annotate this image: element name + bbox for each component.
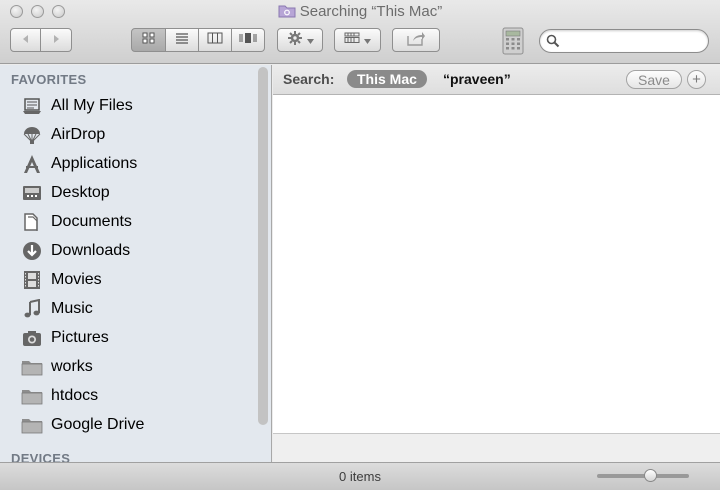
sidebar-item-works[interactable]: works <box>0 352 256 381</box>
arrange-menu-button[interactable] <box>334 28 381 52</box>
icon-view-button[interactable] <box>131 28 166 52</box>
back-button[interactable] <box>10 28 41 52</box>
save-search-button[interactable]: Save <box>626 70 682 89</box>
window-title: Searching “This Mac” <box>0 3 720 21</box>
back-icon <box>21 31 31 49</box>
calculator-button[interactable] <box>502 27 524 60</box>
window-toolbar: Searching “This Mac” <box>0 0 720 64</box>
sidebar-item-label: Music <box>51 299 93 317</box>
music-icon <box>21 298 43 320</box>
scope-this-mac-button[interactable]: This Mac <box>347 70 427 88</box>
pictures-icon <box>21 327 43 349</box>
airdrop-icon <box>21 124 43 146</box>
sidebar-scrollbar[interactable] <box>258 67 268 425</box>
all-files-icon <box>21 95 43 117</box>
action-menu-button[interactable] <box>277 28 323 52</box>
forward-button[interactable] <box>41 28 72 52</box>
search-input[interactable] <box>564 33 706 51</box>
share-button[interactable] <box>392 28 440 52</box>
desktop-icon <box>21 182 43 204</box>
grid-icon <box>142 31 156 49</box>
arrange-icon <box>344 31 360 49</box>
sidebar-item-label: Applications <box>51 154 138 172</box>
coverflow-view-button[interactable] <box>232 28 265 52</box>
sidebar-item-applications[interactable]: Applications <box>0 149 256 178</box>
sidebar-item-downloads[interactable]: Downloads <box>0 236 256 265</box>
folder-icon <box>21 356 43 378</box>
search-scope-bar: Search: This Mac “praveen” Save + <box>273 65 720 95</box>
search-field[interactable] <box>539 29 709 53</box>
documents-icon <box>21 211 43 233</box>
share-icon <box>406 30 426 51</box>
sidebar-item-label: Downloads <box>51 241 131 259</box>
movies-icon <box>21 269 43 291</box>
list-view-button[interactable] <box>166 28 199 52</box>
chevron-down-icon <box>364 31 371 49</box>
search-label: Search: <box>283 71 335 87</box>
downloads-icon <box>21 240 43 262</box>
sidebar-item-label: Desktop <box>51 183 110 201</box>
calculator-icon <box>502 27 524 59</box>
favorites-header: FAVORITES <box>11 72 87 87</box>
sidebar-item-label: Google Drive <box>51 415 145 433</box>
icon-size-slider[interactable] <box>597 469 689 482</box>
devices-header: DEVICES <box>11 451 71 462</box>
folder-icon <box>21 385 43 407</box>
nav-buttons <box>10 28 72 52</box>
search-results-area[interactable] <box>273 95 720 433</box>
coverflow-icon <box>239 31 257 49</box>
sidebar: FAVORITES All My Files AirDrop Applicati… <box>0 65 272 462</box>
sidebar-item-label: All My Files <box>51 96 133 114</box>
sidebar-item-airdrop[interactable]: AirDrop <box>0 120 256 149</box>
sidebar-item-all-my-files[interactable]: All My Files <box>0 91 256 120</box>
sidebar-item-documents[interactable]: Documents <box>0 207 256 236</box>
icon-size-slider-knob[interactable] <box>644 469 657 482</box>
gear-icon <box>287 30 303 51</box>
sidebar-item-music[interactable]: Music <box>0 294 256 323</box>
status-bar: 0 items <box>0 462 720 490</box>
chevron-down-icon <box>306 31 314 49</box>
sidebar-item-label: works <box>51 357 93 375</box>
list-icon <box>175 31 189 49</box>
view-mode-control <box>131 28 265 52</box>
sidebar-item-label: Movies <box>51 270 102 288</box>
magnifier-icon <box>546 34 560 53</box>
window-title-text: Searching “This Mac” <box>299 3 443 20</box>
sidebar-item-label: Pictures <box>51 328 109 346</box>
column-view-button[interactable] <box>199 28 232 52</box>
add-criteria-button[interactable]: + <box>687 70 706 89</box>
sidebar-item-movies[interactable]: Movies <box>0 265 256 294</box>
sidebar-item-htdocs[interactable]: htdocs <box>0 381 256 410</box>
sidebar-item-google-drive[interactable]: Google Drive <box>0 410 256 439</box>
sidebar-item-label: htdocs <box>51 386 99 404</box>
sidebar-item-pictures[interactable]: Pictures <box>0 323 256 352</box>
forward-icon <box>51 31 61 49</box>
search-query-text: “praveen” <box>443 71 511 87</box>
applications-icon <box>21 153 43 175</box>
path-bar <box>273 433 720 462</box>
sidebar-item-desktop[interactable]: Desktop <box>0 178 256 207</box>
sidebar-item-label: AirDrop <box>51 125 106 143</box>
folder-icon <box>21 414 43 436</box>
columns-icon <box>207 31 223 49</box>
smart-folder-icon <box>278 4 296 18</box>
sidebar-item-label: Documents <box>51 212 132 230</box>
